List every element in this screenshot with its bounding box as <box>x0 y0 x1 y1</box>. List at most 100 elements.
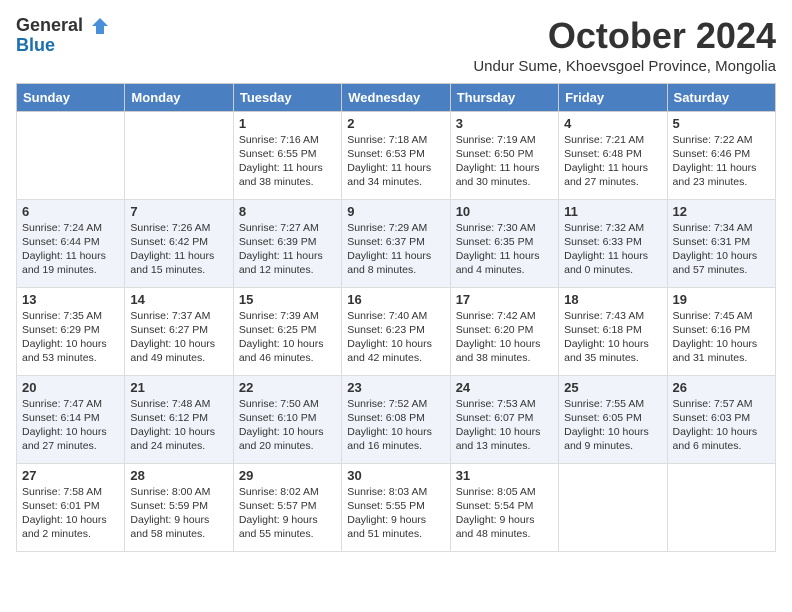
calendar-cell <box>559 463 667 551</box>
week-row-2: 6 Sunrise: 7:24 AM Sunset: 6:44 PM Daylig… <box>17 199 776 287</box>
week-row-5: 27 Sunrise: 7:58 AM Sunset: 6:01 PM Dayli… <box>17 463 776 551</box>
weekday-header-sunday: Sunday <box>17 83 125 111</box>
day-number: 23 <box>347 380 444 395</box>
day-info: Sunrise: 7:21 AM Sunset: 6:48 PM Dayligh… <box>564 133 661 190</box>
day-info: Sunrise: 7:55 AM Sunset: 6:05 PM Dayligh… <box>564 397 661 454</box>
day-number: 12 <box>673 204 770 219</box>
calendar-cell: 9Sunrise: 7:29 AM Sunset: 6:37 PM Daylig… <box>342 199 450 287</box>
calendar-cell: 19 Sunrise: 7:45 AM Sunset: 6:16 PM Dayli… <box>667 287 775 375</box>
day-info: Sunrise: 7:19 AM Sunset: 6:50 PM Dayligh… <box>456 133 553 190</box>
calendar-cell: 17 Sunrise: 7:42 AM Sunset: 6:20 PM Dayli… <box>450 287 558 375</box>
day-number: 2 <box>347 116 444 131</box>
title-block: October 2024 Undur Sume, Khoevsgoel Prov… <box>473 16 776 75</box>
day-number: 20 <box>22 380 119 395</box>
calendar-cell <box>667 463 775 551</box>
day-info: Sunrise: 7:37 AM Sunset: 6:27 PM Dayligh… <box>130 309 227 366</box>
day-number: 15 <box>239 292 336 307</box>
day-info: Sunrise: 7:16 AM Sunset: 6:55 PM Dayligh… <box>239 133 336 190</box>
calendar-cell: 1Sunrise: 7:16 AM Sunset: 6:55 PM Daylig… <box>233 111 341 199</box>
calendar-cell: 22 Sunrise: 7:50 AM Sunset: 6:10 PM Dayli… <box>233 375 341 463</box>
calendar-cell: 25 Sunrise: 7:55 AM Sunset: 6:05 PM Dayli… <box>559 375 667 463</box>
day-info: Sunrise: 7:26 AM Sunset: 6:42 PM Dayligh… <box>130 221 227 278</box>
day-number: 18 <box>564 292 661 307</box>
day-info: Sunrise: 7:30 AM Sunset: 6:35 PM Dayligh… <box>456 221 553 278</box>
day-number: 30 <box>347 468 444 483</box>
day-number: 6 <box>22 204 119 219</box>
weekday-header-tuesday: Tuesday <box>233 83 341 111</box>
calendar-cell: 12Sunrise: 7:34 AM Sunset: 6:31 PM Dayli… <box>667 199 775 287</box>
day-info: Sunrise: 8:00 AM Sunset: 5:59 PM Dayligh… <box>130 485 227 542</box>
week-row-1: 1Sunrise: 7:16 AM Sunset: 6:55 PM Daylig… <box>17 111 776 199</box>
calendar-cell: 29Sunrise: 8:02 AM Sunset: 5:57 PM Dayli… <box>233 463 341 551</box>
day-number: 25 <box>564 380 661 395</box>
day-number: 26 <box>673 380 770 395</box>
calendar-cell: 5Sunrise: 7:22 AM Sunset: 6:46 PM Daylig… <box>667 111 775 199</box>
calendar-cell: 16 Sunrise: 7:40 AM Sunset: 6:23 PM Dayli… <box>342 287 450 375</box>
calendar-cell: 8 Sunrise: 7:27 AM Sunset: 6:39 PM Daylig… <box>233 199 341 287</box>
week-row-3: 13 Sunrise: 7:35 AM Sunset: 6:29 PM Dayli… <box>17 287 776 375</box>
day-info: Sunrise: 7:40 AM Sunset: 6:23 PM Dayligh… <box>347 309 444 366</box>
day-number: 14 <box>130 292 227 307</box>
calendar-cell <box>17 111 125 199</box>
day-number: 21 <box>130 380 227 395</box>
day-info: Sunrise: 7:45 AM Sunset: 6:16 PM Dayligh… <box>673 309 770 366</box>
day-info: Sunrise: 7:27 AM Sunset: 6:39 PM Dayligh… <box>239 221 336 278</box>
day-info: Sunrise: 8:03 AM Sunset: 5:55 PM Dayligh… <box>347 485 444 542</box>
calendar-cell: 27 Sunrise: 7:58 AM Sunset: 6:01 PM Dayli… <box>17 463 125 551</box>
day-info: Sunrise: 7:50 AM Sunset: 6:10 PM Dayligh… <box>239 397 336 454</box>
day-number: 27 <box>22 468 119 483</box>
month-title: October 2024 <box>473 16 776 56</box>
calendar-cell: 26 Sunrise: 7:57 AM Sunset: 6:03 PM Dayli… <box>667 375 775 463</box>
day-info: Sunrise: 7:57 AM Sunset: 6:03 PM Dayligh… <box>673 397 770 454</box>
calendar-cell: 31Sunrise: 8:05 AM Sunset: 5:54 PM Dayli… <box>450 463 558 551</box>
day-number: 28 <box>130 468 227 483</box>
calendar-cell: 7Sunrise: 7:26 AM Sunset: 6:42 PM Daylig… <box>125 199 233 287</box>
calendar-cell: 10Sunrise: 7:30 AM Sunset: 6:35 PM Dayli… <box>450 199 558 287</box>
calendar-cell: 3 Sunrise: 7:19 AM Sunset: 6:50 PM Daylig… <box>450 111 558 199</box>
weekday-header-monday: Monday <box>125 83 233 111</box>
calendar-cell: 23 Sunrise: 7:52 AM Sunset: 6:08 PM Dayli… <box>342 375 450 463</box>
weekday-header-thursday: Thursday <box>450 83 558 111</box>
calendar-cell: 11 Sunrise: 7:32 AM Sunset: 6:33 PM Dayli… <box>559 199 667 287</box>
calendar-cell <box>125 111 233 199</box>
day-number: 17 <box>456 292 553 307</box>
day-number: 5 <box>673 116 770 131</box>
calendar-cell: 30 Sunrise: 8:03 AM Sunset: 5:55 PM Dayli… <box>342 463 450 551</box>
day-number: 16 <box>347 292 444 307</box>
day-info: Sunrise: 7:18 AM Sunset: 6:53 PM Dayligh… <box>347 133 444 190</box>
day-info: Sunrise: 7:52 AM Sunset: 6:08 PM Dayligh… <box>347 397 444 454</box>
day-number: 22 <box>239 380 336 395</box>
weekday-header-friday: Friday <box>559 83 667 111</box>
day-number: 29 <box>239 468 336 483</box>
day-info: Sunrise: 7:24 AM Sunset: 6:44 PM Dayligh… <box>22 221 119 278</box>
day-info: Sunrise: 7:42 AM Sunset: 6:20 PM Dayligh… <box>456 309 553 366</box>
logo-general: General <box>16 16 110 36</box>
logo-icon <box>90 16 110 36</box>
day-number: 3 <box>456 116 553 131</box>
calendar-cell: 15 Sunrise: 7:39 AM Sunset: 6:25 PM Dayli… <box>233 287 341 375</box>
calendar-cell: 28 Sunrise: 8:00 AM Sunset: 5:59 PM Dayli… <box>125 463 233 551</box>
calendar-cell: 4Sunrise: 7:21 AM Sunset: 6:48 PM Daylig… <box>559 111 667 199</box>
day-info: Sunrise: 7:53 AM Sunset: 6:07 PM Dayligh… <box>456 397 553 454</box>
day-number: 8 <box>239 204 336 219</box>
location: Undur Sume, Khoevsgoel Province, Mongoli… <box>473 58 776 75</box>
day-number: 13 <box>22 292 119 307</box>
weekday-header-saturday: Saturday <box>667 83 775 111</box>
calendar-cell: 21 Sunrise: 7:48 AM Sunset: 6:12 PM Dayli… <box>125 375 233 463</box>
page-header: General Blue October 2024 Undur Sume, Kh… <box>16 16 776 75</box>
day-number: 19 <box>673 292 770 307</box>
logo-blue: Blue <box>16 36 55 56</box>
day-number: 11 <box>564 204 661 219</box>
calendar-cell: 24Sunrise: 7:53 AM Sunset: 6:07 PM Dayli… <box>450 375 558 463</box>
day-number: 31 <box>456 468 553 483</box>
day-info: Sunrise: 7:32 AM Sunset: 6:33 PM Dayligh… <box>564 221 661 278</box>
weekday-header-wednesday: Wednesday <box>342 83 450 111</box>
day-info: Sunrise: 7:35 AM Sunset: 6:29 PM Dayligh… <box>22 309 119 366</box>
day-info: Sunrise: 7:39 AM Sunset: 6:25 PM Dayligh… <box>239 309 336 366</box>
calendar-body: 1Sunrise: 7:16 AM Sunset: 6:55 PM Daylig… <box>17 111 776 551</box>
day-info: Sunrise: 7:58 AM Sunset: 6:01 PM Dayligh… <box>22 485 119 542</box>
day-info: Sunrise: 7:48 AM Sunset: 6:12 PM Dayligh… <box>130 397 227 454</box>
logo: General Blue <box>16 16 110 56</box>
day-info: Sunrise: 7:43 AM Sunset: 6:18 PM Dayligh… <box>564 309 661 366</box>
day-number: 9 <box>347 204 444 219</box>
